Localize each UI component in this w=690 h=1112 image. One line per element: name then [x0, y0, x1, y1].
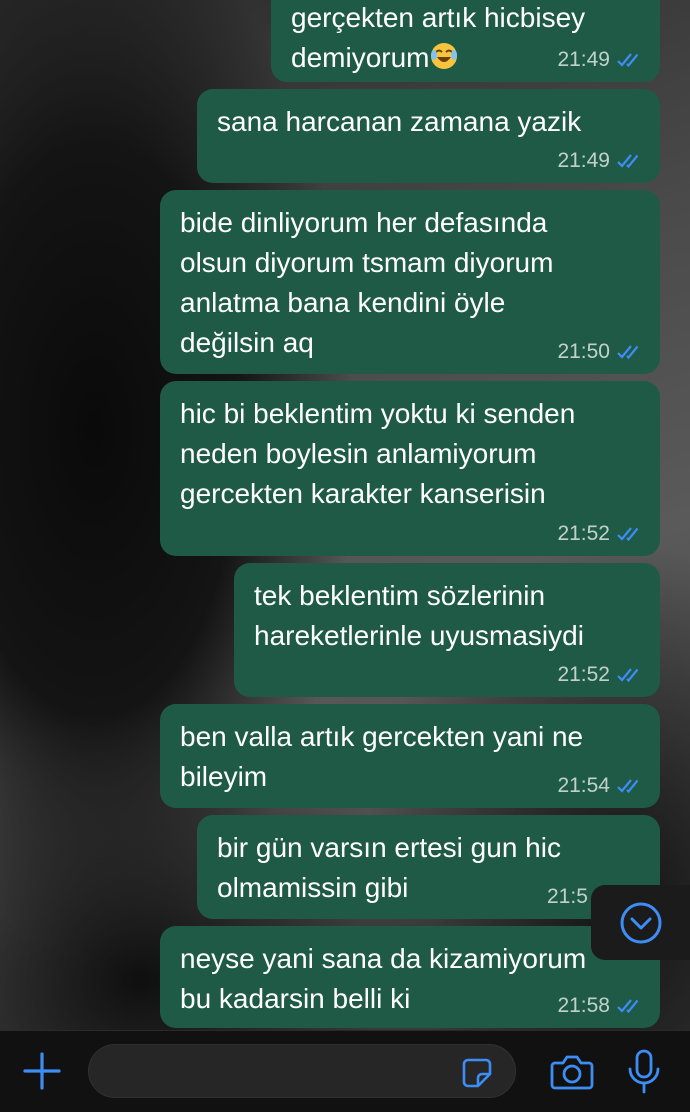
double-check-icon	[617, 345, 639, 360]
message-meta: 21:58	[557, 994, 644, 1018]
double-check-icon	[617, 999, 639, 1014]
message-bubble[interactable]: gerçekten artık hicbisey demiyorum 21:49	[271, 0, 660, 82]
message-time: 21:52	[557, 663, 610, 686]
composer-bar	[0, 1030, 690, 1112]
message-time: 21:50	[557, 340, 610, 363]
message-meta: 21:52	[557, 663, 644, 687]
message-input[interactable]	[109, 1045, 453, 1099]
message-time: 21:54	[557, 774, 610, 797]
laughing-tears-emoji	[431, 43, 458, 69]
double-check-icon	[617, 154, 639, 169]
message-bubble[interactable]: tek beklentim sözlerinin hareketlerinle …	[234, 563, 660, 697]
message-meta: 21:49	[557, 149, 644, 173]
message-bubble[interactable]: neyse yani sana da kizamiyorum bu kadars…	[160, 926, 660, 1028]
message-time: 21:5	[547, 885, 588, 908]
double-check-icon	[617, 53, 639, 68]
message-text: ben valla artık gercekten yani ne bileyi…	[180, 721, 584, 792]
message-meta: 21:54	[557, 774, 644, 798]
message-meta: 21:5	[547, 885, 588, 909]
chevron-down-icon	[620, 902, 661, 943]
double-check-icon	[617, 668, 639, 683]
plus-icon[interactable]	[22, 1051, 62, 1091]
message-text: sana harcanan zamana yazik	[217, 106, 582, 137]
message-text: bide dinliyorum her defasında olsun diyo…	[180, 207, 554, 358]
message-bubble[interactable]: ben valla artık gercekten yani ne bileyi…	[160, 704, 660, 808]
message-text: tek beklentim sözlerinin hareketlerinle …	[254, 580, 584, 651]
camera-icon[interactable]	[550, 1053, 594, 1091]
message-meta: 21:52	[557, 522, 644, 546]
message-time: 21:52	[557, 522, 610, 545]
message-bubble[interactable]: hic bi beklentim yoktu ki senden neden b…	[160, 381, 660, 556]
message-time: 21:49	[557, 48, 610, 71]
message-time: 21:49	[557, 149, 610, 172]
message-meta: 21:49	[557, 48, 644, 72]
sticker-icon[interactable]	[461, 1057, 493, 1089]
scroll-to-bottom-button[interactable]	[591, 885, 690, 960]
message-meta: 21:50	[557, 340, 644, 364]
message-text: neyse yani sana da kizamiyorum bu kadars…	[180, 943, 587, 1014]
message-bubble[interactable]: bide dinliyorum her defasında olsun diyo…	[160, 190, 660, 374]
message-input-container[interactable]	[88, 1044, 516, 1099]
message-time: 21:58	[557, 994, 610, 1017]
message-bubble[interactable]: sana harcanan zamana yazik 21:49	[197, 89, 660, 183]
double-check-icon	[617, 779, 639, 794]
double-check-icon	[617, 527, 639, 542]
message-text: bir gün varsın ertesi gun hic olmamissin…	[217, 832, 561, 903]
message-text: hic bi beklentim yoktu ki senden neden b…	[180, 398, 576, 509]
microphone-icon[interactable]	[626, 1049, 662, 1095]
